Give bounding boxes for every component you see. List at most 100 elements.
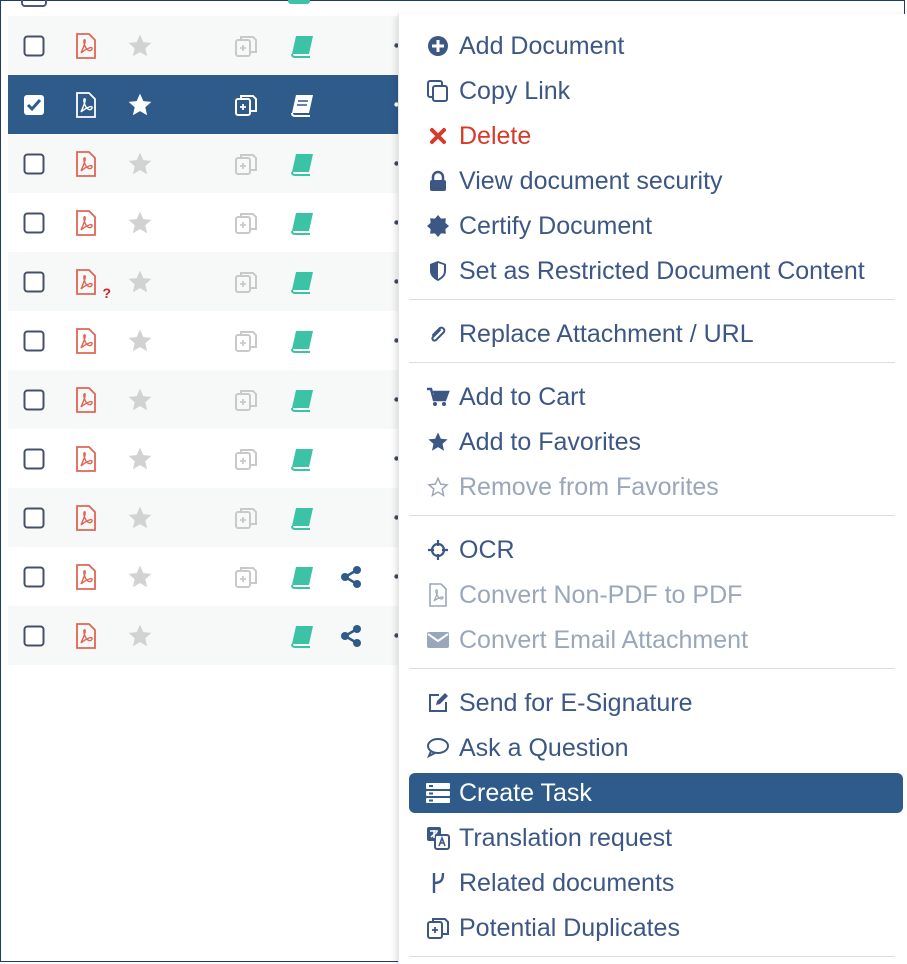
previous-row-icons: [21, 0, 310, 7]
duplicate-icon[interactable]: [232, 563, 260, 591]
checkbox-checked[interactable]: [22, 93, 46, 117]
menu-item-send-for-e-signature[interactable]: Send for E-Signature: [409, 683, 903, 723]
menu-item-create-task[interactable]: Create Task: [409, 773, 903, 813]
menu-item-replace-attachment-url[interactable]: Replace Attachment / URL: [409, 314, 903, 354]
book-icon[interactable]: [288, 622, 316, 650]
pdf-icon[interactable]: [73, 326, 99, 356]
menu-item-remove-from-favorites[interactable]: Remove from Favorites: [409, 467, 903, 507]
menu-item-label: Ask a Question: [459, 733, 629, 762]
menu-item-label: Potential Duplicates: [459, 913, 680, 942]
table-row[interactable]: [8, 75, 403, 134]
menu-separator: [409, 362, 895, 363]
favorite-star-icon[interactable]: [126, 386, 154, 414]
duplicate-icon[interactable]: [232, 150, 260, 178]
book-icon[interactable]: [288, 386, 316, 414]
checkbox[interactable]: [22, 152, 46, 176]
table-row[interactable]: ?: [8, 252, 403, 311]
book-icon[interactable]: [288, 563, 316, 591]
menu-item-add-to-cart[interactable]: Add to Cart: [409, 377, 903, 417]
pdf-icon[interactable]: [73, 31, 99, 61]
menu-item-add-to-favorites[interactable]: Add to Favorites: [409, 422, 903, 462]
table-row[interactable]: [8, 429, 403, 488]
pdf-icon[interactable]: [73, 90, 99, 120]
book-icon[interactable]: [288, 268, 316, 296]
duplicate-icon[interactable]: [232, 91, 260, 119]
menu-item-label: Add to Favorites: [459, 427, 642, 456]
table-row[interactable]: [8, 193, 403, 252]
pdf-icon[interactable]: [73, 503, 99, 533]
menu-item-ask-a-question[interactable]: Ask a Question: [409, 728, 903, 768]
pdf-icon[interactable]: [73, 621, 99, 651]
menu-item-potential-duplicates[interactable]: Potential Duplicates: [409, 908, 903, 948]
table-row[interactable]: [8, 16, 403, 75]
menu-separator: [409, 299, 895, 300]
duplicate-icon[interactable]: [232, 504, 260, 532]
checkbox[interactable]: [22, 506, 46, 530]
menu-item-certify-document[interactable]: Certify Document: [409, 206, 903, 246]
duplicate-icon[interactable]: [232, 268, 260, 296]
favorite-star-icon[interactable]: [126, 150, 154, 178]
book-icon[interactable]: [288, 445, 316, 473]
menu-item-label: View document security: [459, 166, 723, 195]
table-row[interactable]: [8, 134, 403, 193]
menu-item-translation-request[interactable]: Translation request: [409, 818, 903, 858]
favorite-star-icon[interactable]: [126, 209, 154, 237]
menu-item-related-documents[interactable]: Related documents: [409, 863, 903, 903]
book-icon[interactable]: [288, 327, 316, 355]
book-icon[interactable]: [288, 504, 316, 532]
table-row[interactable]: [8, 547, 403, 606]
menu-item-convert-non-pdf-to-pdf[interactable]: Convert Non-PDF to PDF: [409, 575, 903, 615]
pdf-icon[interactable]: [73, 385, 99, 415]
table-row[interactable]: [8, 488, 403, 547]
book-icon[interactable]: [288, 91, 316, 119]
checkbox[interactable]: [22, 329, 46, 353]
favorite-star-icon[interactable]: [126, 91, 154, 119]
favorite-star-icon[interactable]: [126, 445, 154, 473]
pdf-icon[interactable]: [73, 208, 99, 238]
duplicate-icon[interactable]: [232, 445, 260, 473]
favorite-star-icon[interactable]: [126, 268, 154, 296]
checkbox[interactable]: [22, 624, 46, 648]
table-row[interactable]: [8, 606, 403, 665]
duplicate-icon[interactable]: [232, 209, 260, 237]
lock-icon: [425, 168, 451, 194]
duplicate-icon[interactable]: [232, 386, 260, 414]
branch-icon: [425, 870, 451, 896]
favorite-star-icon[interactable]: [126, 622, 154, 650]
table-row[interactable]: [8, 370, 403, 429]
checkbox[interactable]: [22, 270, 46, 294]
menu-item-add-document[interactable]: Add Document: [409, 26, 903, 66]
duplicate-icon[interactable]: [232, 327, 260, 355]
checkbox[interactable]: [22, 211, 46, 235]
envelope-icon: [425, 627, 451, 653]
menu-item-set-as-restricted-document-content[interactable]: Set as Restricted Document Content: [409, 251, 903, 291]
menu-item-label: Replace Attachment / URL: [459, 319, 754, 348]
menu-item-view-document-security[interactable]: View document security: [409, 161, 903, 201]
favorite-star-icon[interactable]: [126, 327, 154, 355]
favorite-star-icon[interactable]: [126, 504, 154, 532]
book-icon[interactable]: [288, 209, 316, 237]
pdf-icon[interactable]: ?: [73, 267, 111, 301]
menu-item-delete[interactable]: Delete: [409, 116, 903, 156]
table-row[interactable]: [8, 311, 403, 370]
menu-item-copy-link[interactable]: Copy Link: [409, 71, 903, 111]
book-icon[interactable]: [288, 32, 316, 60]
cart-icon: [425, 384, 451, 410]
duplicate-icon[interactable]: [232, 32, 260, 60]
previous-row-fragment: [8, 0, 403, 16]
checkbox[interactable]: [22, 565, 46, 589]
pdf-icon[interactable]: [73, 149, 99, 179]
menu-item-label: Create Task: [459, 778, 592, 807]
share-icon[interactable]: [338, 623, 364, 649]
favorite-star-icon[interactable]: [126, 32, 154, 60]
menu-item-convert-email-attachment[interactable]: Convert Email Attachment: [409, 620, 903, 660]
checkbox[interactable]: [22, 447, 46, 471]
menu-item-ocr[interactable]: OCR: [409, 530, 903, 570]
pdf-icon[interactable]: [73, 444, 99, 474]
favorite-star-icon[interactable]: [126, 563, 154, 591]
share-icon[interactable]: [338, 564, 364, 590]
pdf-icon[interactable]: [73, 562, 99, 592]
book-icon[interactable]: [288, 150, 316, 178]
checkbox[interactable]: [22, 34, 46, 58]
checkbox[interactable]: [22, 388, 46, 412]
